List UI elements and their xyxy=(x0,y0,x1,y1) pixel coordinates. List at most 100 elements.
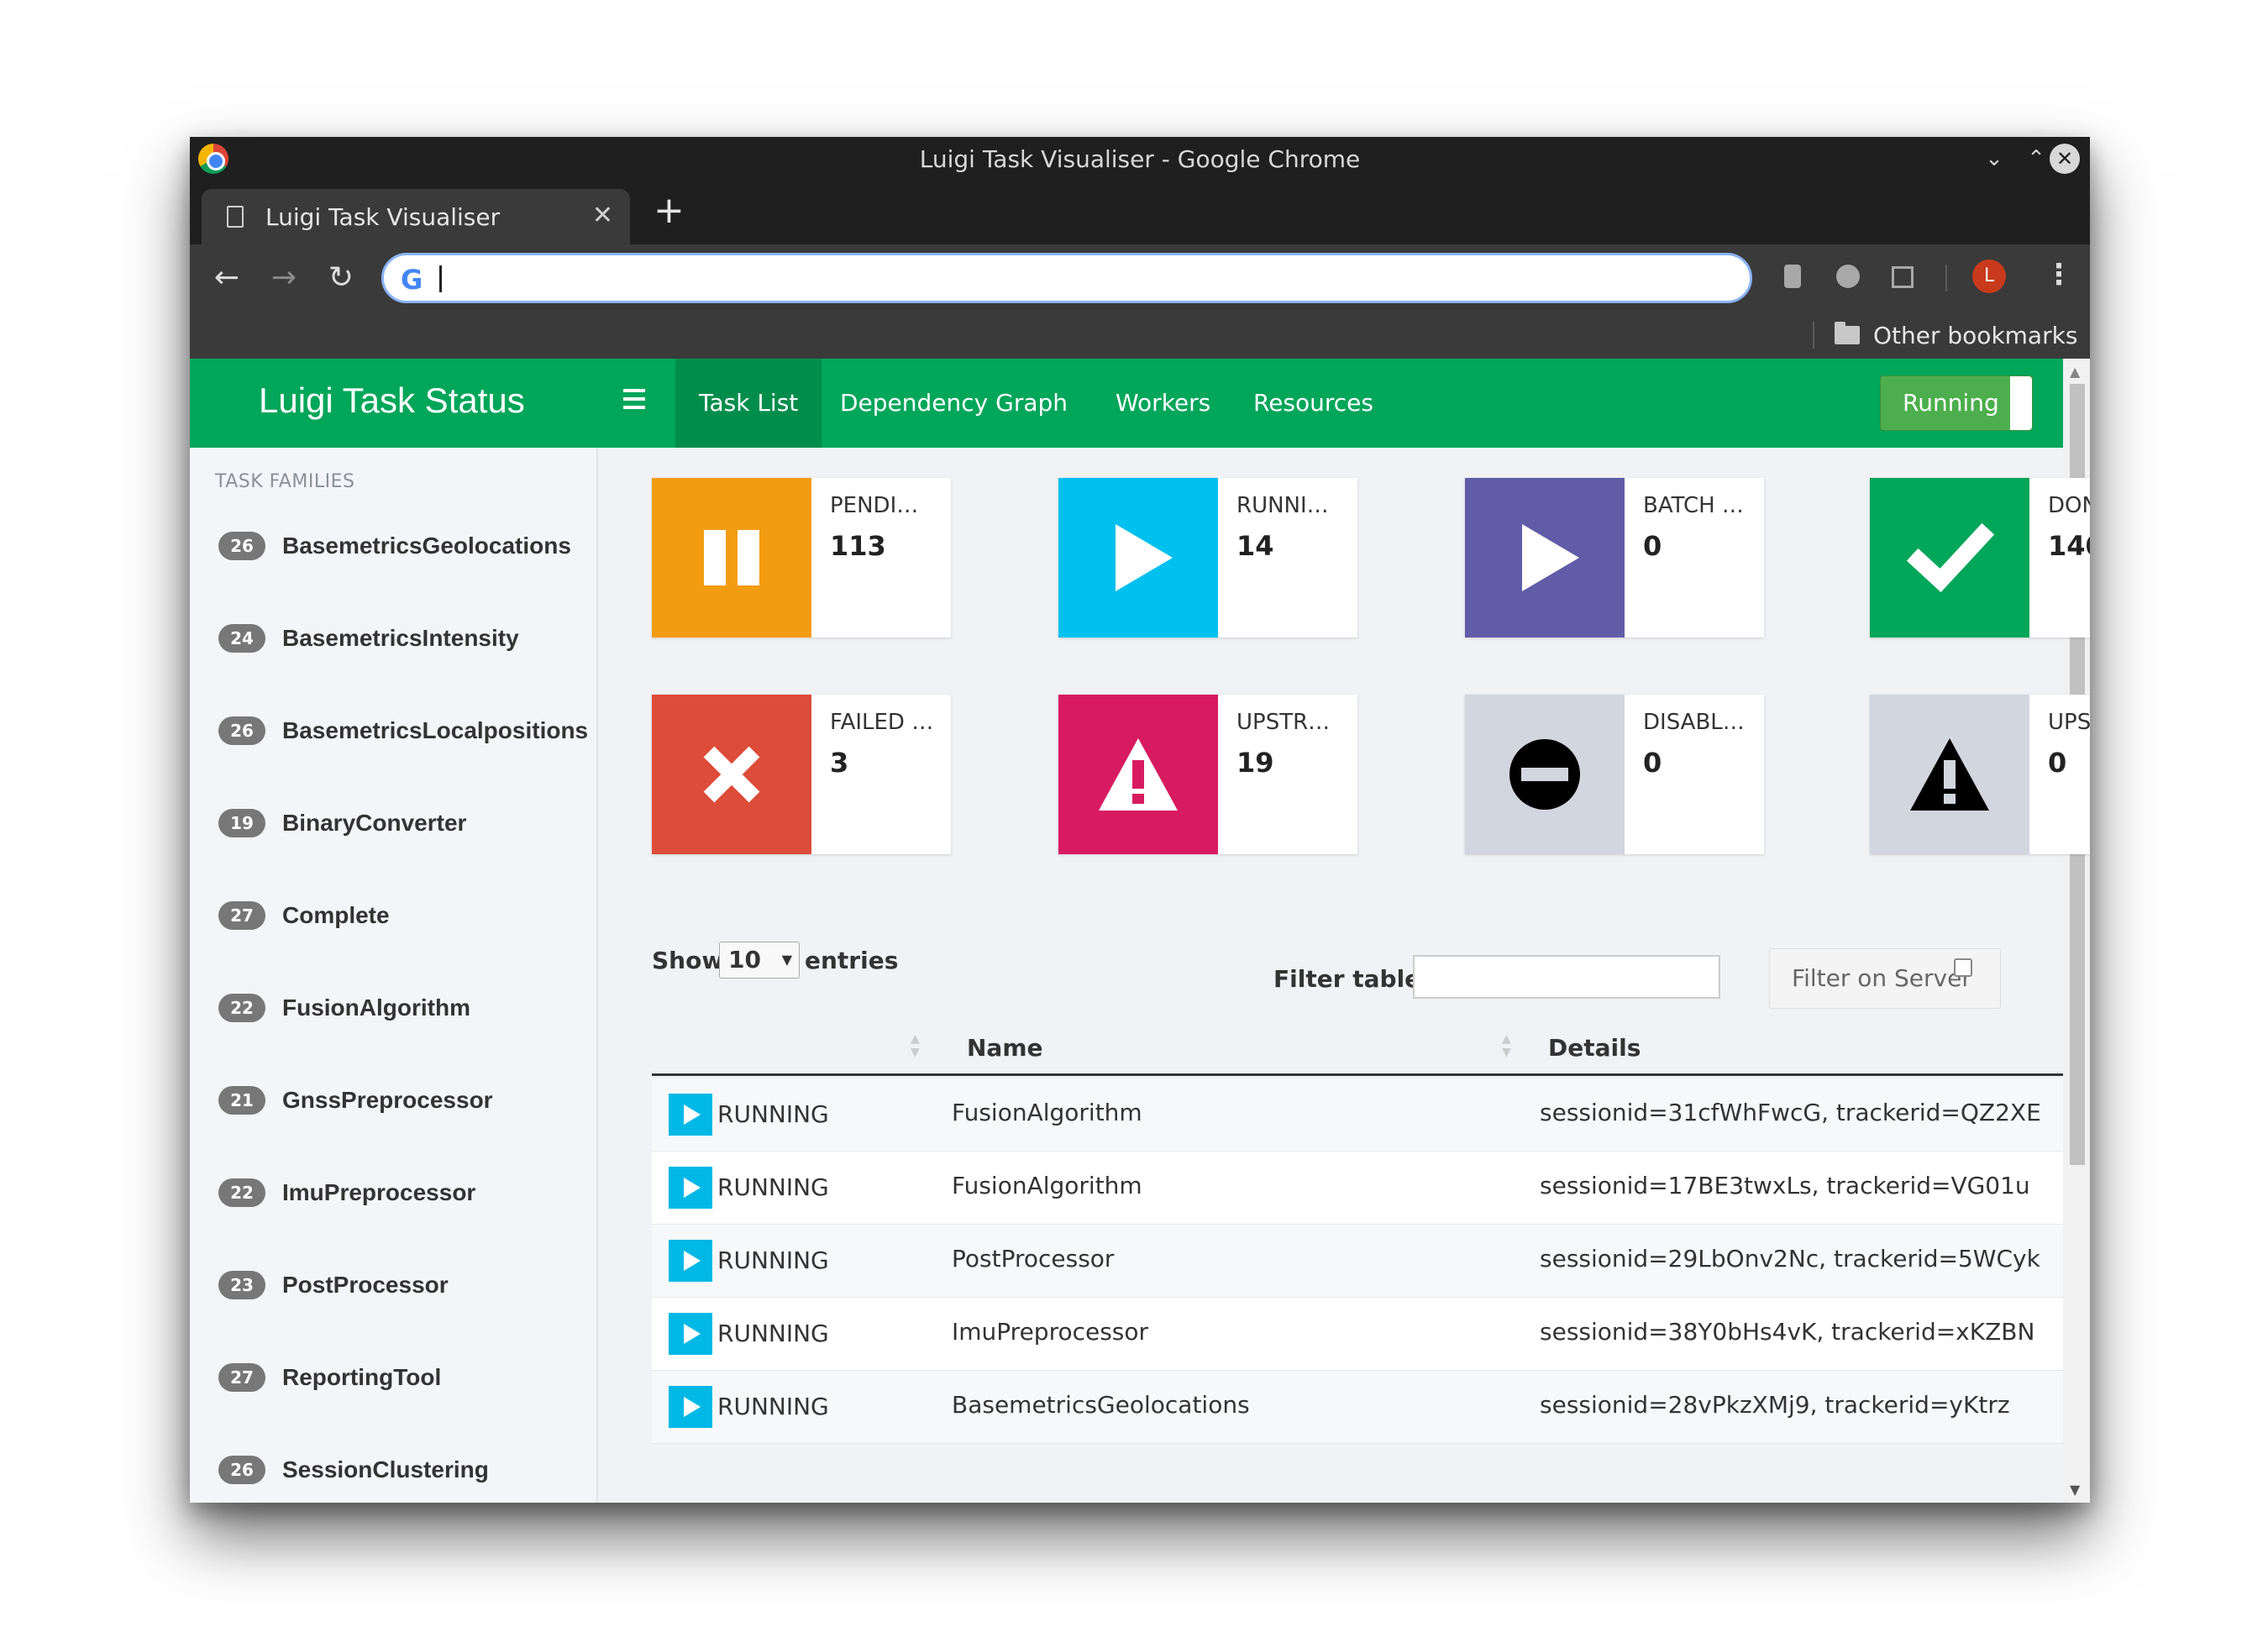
extension-icon[interactable] xyxy=(1784,265,1801,288)
address-bar[interactable]: G xyxy=(381,253,1752,303)
table-row[interactable]: RUNNING ImuPreprocessor sessionid=38Y0bHs4… xyxy=(652,1298,2063,1371)
info-box-label: DISABL… xyxy=(1643,710,1745,735)
task-details: sessionid=28vPkzXMj9, trackerid=yKtrz xyxy=(1540,1391,2010,1419)
status-info-box[interactable]: UPSTR… 19 xyxy=(1058,695,1357,854)
text-cursor xyxy=(439,265,442,292)
info-box-label: UPSTR… xyxy=(1236,710,1331,735)
table-row[interactable]: RUNNING FusionAlgorithm sessionid=31cfWhFw… xyxy=(652,1078,2063,1152)
filter-on-server-checkbox[interactable] xyxy=(1954,958,1972,977)
info-box-count: 14 xyxy=(1236,530,1274,562)
table-header: ▲ ▼ Name ▲ ▼ Details xyxy=(652,1022,2063,1076)
sort-icon[interactable]: ▲ ▼ xyxy=(1502,1032,1515,1061)
info-box-count: 0 xyxy=(1643,747,1662,779)
task-family-name: PostProcessor xyxy=(282,1272,449,1298)
task-families-sidebar: TASK FAMILIES 26 BasemetricsGeolocations 2… xyxy=(190,448,598,1503)
info-box-count: 19 xyxy=(1236,747,1274,779)
status-info-box[interactable]: RUNNI… 14 xyxy=(1058,478,1357,638)
filter-label: Filter table: xyxy=(1273,965,1431,993)
browser-tab[interactable]: Luigi Task Visualiser ✕ xyxy=(202,189,630,244)
info-box-count: 0 xyxy=(1643,530,1662,562)
sort-icon[interactable]: ▲ ▼ xyxy=(911,1032,924,1061)
title-bar: Luigi Task Visualiser - Google Chrome ⌄ … xyxy=(190,137,2090,181)
new-tab-icon[interactable]: + xyxy=(654,192,685,229)
forward-arrow-icon[interactable]: → xyxy=(265,261,302,295)
status-info-box[interactable]: DONE T… 140 xyxy=(1870,478,2090,638)
other-bookmarks-link[interactable]: Other bookmarks xyxy=(1873,322,2077,349)
task-status: RUNNING xyxy=(717,1173,829,1201)
extension-icon[interactable] xyxy=(1836,265,1860,288)
task-count-badge: 21 xyxy=(218,1086,265,1115)
task-count-badge: 26 xyxy=(218,532,265,560)
task-name: BasemetricsGeolocations xyxy=(952,1391,1250,1419)
filter-on-server-button[interactable]: Filter on Server xyxy=(1769,948,2001,1009)
bookmarks-bar: Other bookmarks xyxy=(190,312,2090,359)
info-box-label: DONE T… xyxy=(2048,493,2090,518)
nav-workers[interactable]: Workers xyxy=(1092,359,1234,448)
task-family-name: BasemetricsIntensity xyxy=(282,625,519,651)
nav-task-list[interactable]: Task List xyxy=(675,359,822,448)
column-header-name[interactable]: Name xyxy=(967,1034,1043,1062)
window-title: Luigi Task Visualiser - Google Chrome xyxy=(919,145,1361,173)
table-row[interactable]: RUNNING BasemetricsGeolocations sessionid=… xyxy=(652,1371,2063,1444)
nav-resources[interactable]: Resources xyxy=(1230,359,1397,448)
extension-icon[interactable] xyxy=(1892,266,1914,288)
task-family-name: BasemetricsLocalpositions xyxy=(282,717,589,743)
task-family-name: BasemetricsGeolocations xyxy=(282,533,571,559)
maximize-icon[interactable]: ⌃ xyxy=(2021,144,2051,174)
task-status: RUNNING xyxy=(717,1393,829,1420)
info-box-label: FAILED … xyxy=(830,710,934,735)
task-name: FusionAlgorithm xyxy=(952,1172,1142,1199)
bookmark-separator xyxy=(1813,322,1814,349)
tab-title: Luigi Task Visualiser xyxy=(265,203,501,231)
table-row[interactable]: RUNNING PostProcessor sessionid=29LbOnv2Nc… xyxy=(652,1225,2063,1298)
filter-table-input[interactable] xyxy=(1413,955,1720,999)
tab-close-icon[interactable]: ✕ xyxy=(592,201,613,230)
task-family-name: Complete xyxy=(282,902,390,928)
running-play-icon xyxy=(669,1240,712,1282)
scroll-down-icon[interactable]: ▼ xyxy=(2070,1482,2080,1498)
google-icon: G xyxy=(401,264,423,296)
page-size-select[interactable]: 10 xyxy=(719,942,800,979)
x-icon xyxy=(652,695,811,854)
info-box-count: 140 xyxy=(2048,530,2090,562)
info-box-label: BATCH … xyxy=(1643,493,1744,518)
back-arrow-icon[interactable]: ← xyxy=(208,261,245,295)
app-navbar: Luigi Task Status Task List Dependency G… xyxy=(190,359,2063,448)
status-info-box[interactable]: UPSTR… 0 xyxy=(1870,695,2090,854)
profile-avatar[interactable]: L xyxy=(1972,260,2006,293)
browser-toolbar: ← → ↻ G L ⋮ xyxy=(190,244,2090,312)
task-status: RUNNING xyxy=(717,1246,829,1274)
status-info-box[interactable]: PENDI… 113 xyxy=(652,478,951,638)
task-count-badge: 22 xyxy=(218,994,265,1022)
app-brand[interactable]: Luigi Task Status xyxy=(259,380,525,421)
running-toggle-button[interactable]: Running xyxy=(1880,375,2033,431)
task-family-name: BinaryConverter xyxy=(282,810,467,836)
status-info-box[interactable]: FAILED … 3 xyxy=(652,695,951,854)
status-info-box[interactable]: BATCH … 0 xyxy=(1465,478,1764,638)
folder-icon xyxy=(1835,322,1860,344)
browser-window: Luigi Task Visualiser - Google Chrome ⌄ … xyxy=(190,137,2090,1503)
task-count-badge: 23 xyxy=(218,1271,265,1299)
column-header-details[interactable]: Details xyxy=(1548,1034,1641,1062)
nav-dependency-graph[interactable]: Dependency Graph xyxy=(816,359,1091,448)
table-row[interactable]: RUNNING FusionAlgorithm sessionid=17BE3twx… xyxy=(652,1152,2063,1225)
task-count-badge: 26 xyxy=(218,1456,265,1484)
task-count-badge: 22 xyxy=(218,1178,265,1207)
task-count-badge: 19 xyxy=(218,809,265,837)
status-info-box[interactable]: DISABL… 0 xyxy=(1465,695,1764,854)
running-play-icon xyxy=(669,1386,712,1428)
hamburger-menu-icon[interactable] xyxy=(623,389,645,411)
running-play-icon xyxy=(669,1167,712,1209)
minimize-icon[interactable]: ⌄ xyxy=(1979,144,2009,174)
scroll-up-icon[interactable]: ▲ xyxy=(2070,364,2080,380)
reload-icon[interactable]: ↻ xyxy=(323,261,360,295)
menu-kebab-icon[interactable]: ⋮ xyxy=(2045,258,2073,291)
task-family-name: SessionClustering xyxy=(282,1456,489,1482)
close-window-icon[interactable]: ✕ xyxy=(2050,144,2080,174)
task-count-badge: 27 xyxy=(218,1363,265,1392)
check-icon xyxy=(1870,478,2029,638)
warning-icon xyxy=(1870,695,2029,854)
entries-label: entries xyxy=(805,947,899,974)
task-details: sessionid=38Y0bHs4vK, trackerid=xKZBN xyxy=(1540,1318,2035,1346)
sidebar-header: TASK FAMILIES xyxy=(215,471,355,492)
